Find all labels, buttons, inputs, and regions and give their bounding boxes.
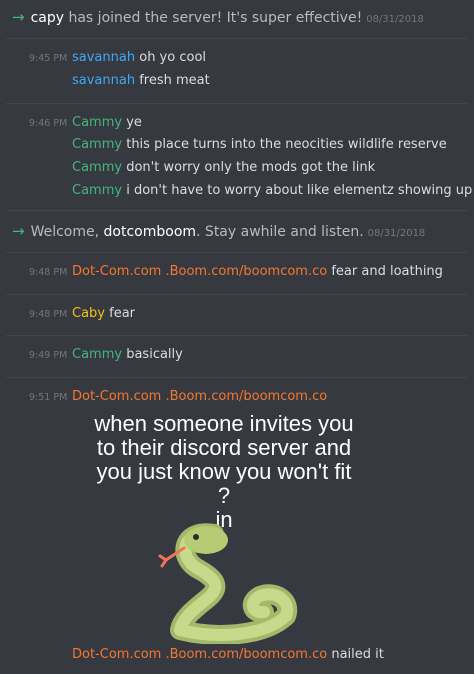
meme-caption-line: to their discord server and — [96, 435, 352, 460]
system-message-text: has joined the server! It's super effect… — [64, 10, 363, 26]
system-message-date: 08/31/2018 — [366, 14, 424, 25]
arrow-right-icon: → — [12, 8, 25, 26]
message-text: fear — [109, 306, 136, 321]
arrow-right-icon: → — [12, 222, 25, 240]
author-name[interactable]: Cammy — [72, 183, 122, 198]
message-text: ye — [126, 115, 142, 130]
author-name[interactable]: Dot-Com.com .Boom.com/boomcom.co — [72, 647, 327, 662]
system-message-join: → capy has joined the server! It's super … — [12, 8, 424, 26]
message-divider — [6, 377, 468, 378]
message-timestamp: 9:48 PM — [29, 309, 68, 320]
snake-icon[interactable] — [152, 520, 302, 644]
author-name[interactable]: Caby — [72, 306, 105, 321]
message-text: fear and loathing — [331, 264, 443, 279]
system-user-name[interactable]: dotcomboom — [104, 224, 197, 240]
author-name[interactable]: Cammy — [72, 347, 122, 362]
message-timestamp: 9:51 PM — [29, 392, 68, 403]
author-name[interactable]: Dot-Com.com .Boom.com/boomcom.co — [72, 389, 327, 404]
message-text: don't worry only the mods got the link — [126, 160, 376, 175]
system-message-date: 08/31/2018 — [367, 228, 426, 239]
message-divider — [6, 294, 468, 295]
author-name[interactable]: Cammy — [72, 115, 122, 130]
system-message-welcome: → Welcome, dotcomboom. Stay awhile and li… — [12, 222, 425, 240]
meme-caption-line: when someone invites you — [94, 411, 354, 436]
message-divider — [6, 335, 468, 336]
message-timestamp: 9:48 PM — [29, 267, 68, 278]
message-text: nailed it — [331, 647, 384, 662]
message-divider — [6, 210, 468, 211]
chat-messages: → capy has joined the server! It's super … — [0, 0, 474, 674]
meme-caption-line: you just know you won't fit — [96, 459, 352, 484]
message-timestamp: 9:45 PM — [29, 53, 68, 64]
author-name[interactable]: savannah — [72, 73, 135, 88]
message-divider — [6, 252, 468, 253]
system-message-prefix: Welcome, — [30, 224, 104, 240]
author-name[interactable]: Cammy — [72, 137, 122, 152]
question-mark-glyph: ? — [217, 483, 231, 508]
system-user-name[interactable]: capy — [31, 10, 64, 26]
message-text: this place turns into the neocities wild… — [126, 137, 447, 152]
author-name[interactable]: Cammy — [72, 160, 122, 175]
author-name[interactable]: Dot-Com.com .Boom.com/boomcom.co — [72, 264, 327, 279]
message-text: i don't have to worry about like element… — [126, 183, 473, 198]
author-name[interactable]: savannah — [72, 50, 135, 65]
message-timestamp: 9:46 PM — [29, 118, 68, 129]
message-divider — [6, 38, 468, 39]
message-text: basically — [126, 347, 183, 362]
message-text: oh yo cool — [139, 50, 207, 65]
system-message-text: . Stay awhile and listen. — [196, 224, 364, 240]
message-divider — [6, 103, 468, 104]
meme-image-caption: when someone invites you to their discor… — [64, 412, 384, 532]
message-text: fresh meat — [139, 73, 210, 88]
message-timestamp: 9:49 PM — [29, 350, 68, 361]
